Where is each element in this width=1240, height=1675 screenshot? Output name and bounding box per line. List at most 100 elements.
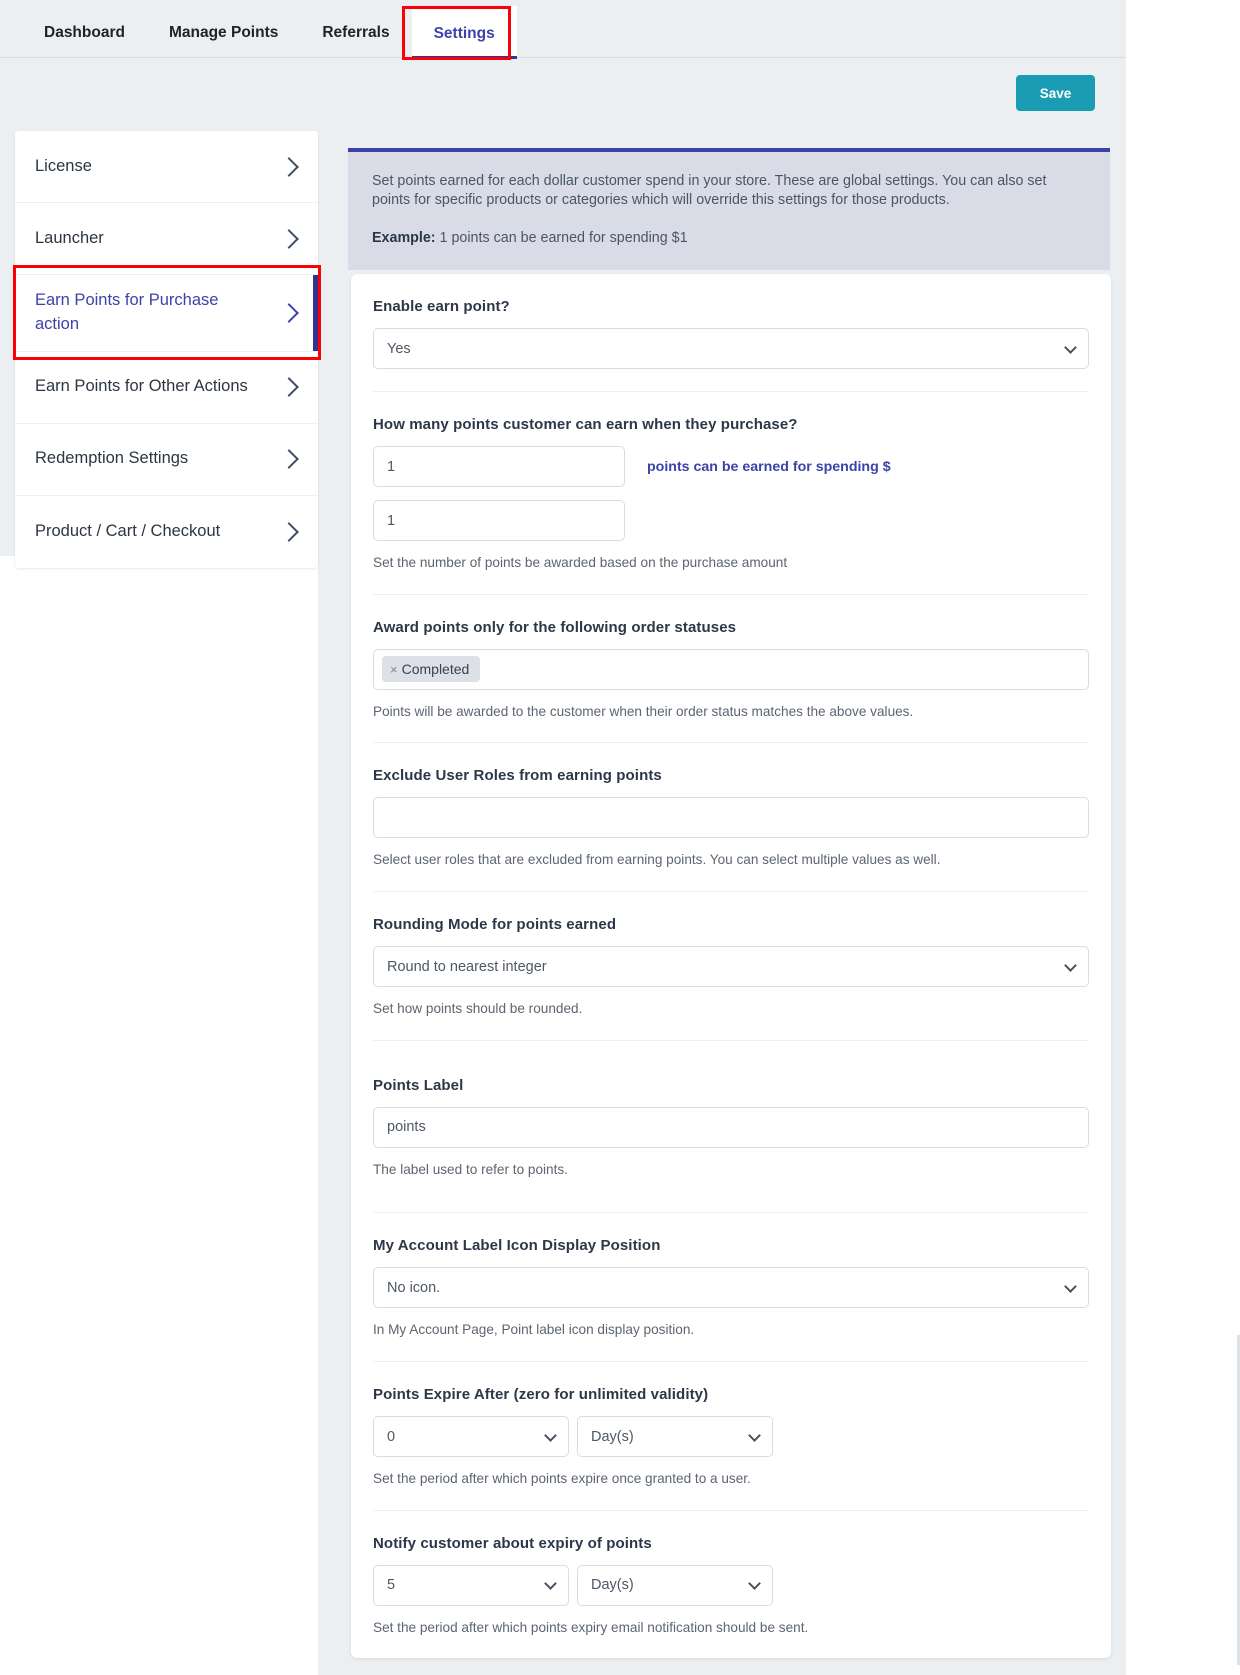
- notify-expiry-row: 5 Day(s): [373, 1565, 1089, 1606]
- icon-display-position-help: In My Account Page, Point label icon dis…: [373, 1321, 1089, 1339]
- chevron-down-icon: [1064, 341, 1077, 354]
- sidebar-item-redemption-settings-label: Redemption Settings: [35, 447, 198, 471]
- chevron-right-icon: [279, 377, 299, 397]
- tab-dashboard-label: Dashboard: [44, 24, 125, 41]
- tab-dashboard[interactable]: Dashboard: [22, 25, 147, 59]
- settings-form-card: Enable earn point? Yes How many points c…: [351, 274, 1111, 1658]
- field-enable-earn-point-label: Enable earn point?: [373, 298, 1089, 315]
- sidebar-item-earn-points-for-purchase-action[interactable]: Earn Points for Purchase action: [15, 275, 318, 352]
- field-notify-expiry: Notify customer about expiry of points 5…: [373, 1511, 1089, 1659]
- field-icon-display-position-label: My Account Label Icon Display Position: [373, 1237, 1089, 1254]
- field-rounding-mode: Rounding Mode for points earned Round to…: [373, 892, 1089, 1041]
- points-expire-help: Set the period after which points expire…: [373, 1470, 1089, 1488]
- field-points-label: Points Label points The label used to re…: [373, 1041, 1089, 1214]
- order-statuses-help: Points will be awarded to the customer w…: [373, 703, 1089, 721]
- sidebar-item-license-label: License: [35, 155, 102, 179]
- order-status-tag[interactable]: × Completed: [382, 656, 480, 682]
- tab-list: Dashboard Manage Points Referrals Settin…: [0, 0, 1126, 58]
- tab-referrals[interactable]: Referrals: [300, 25, 411, 59]
- notify-expiry-unit-select[interactable]: Day(s): [577, 1565, 773, 1606]
- points-amount-input[interactable]: 1: [373, 446, 625, 487]
- chevron-down-icon: [1064, 959, 1077, 972]
- points-expire-unit-select[interactable]: Day(s): [577, 1416, 773, 1457]
- field-exclude-user-roles: Exclude User Roles from earning points S…: [373, 743, 1089, 892]
- points-per-purchase-help: Set the number of points be awarded base…: [373, 554, 1089, 572]
- field-icon-display-position: My Account Label Icon Display Position N…: [373, 1213, 1089, 1362]
- points-per-purchase-inline-note: points can be earned for spending $: [647, 459, 891, 475]
- chevron-down-icon: [748, 1429, 761, 1442]
- rounding-mode-value: Round to nearest integer: [387, 959, 547, 975]
- exclude-user-roles-input[interactable]: [373, 797, 1089, 838]
- sidebar-item-license[interactable]: License: [15, 131, 318, 203]
- top-tab-bar: Dashboard Manage Points Referrals Settin…: [0, 0, 1126, 58]
- info-banner-example-label: Example:: [372, 230, 436, 246]
- sidebar-item-launcher[interactable]: Launcher: [15, 203, 318, 275]
- points-label-value: points: [387, 1119, 426, 1135]
- info-banner-example: Example: 1 points can be earned for spen…: [372, 229, 1086, 248]
- notify-expiry-amount-select[interactable]: 5: [373, 1565, 569, 1606]
- field-points-expire-after: Points Expire After (zero for unlimited …: [373, 1362, 1089, 1511]
- chevron-right-icon: [279, 449, 299, 469]
- field-points-expire-after-label: Points Expire After (zero for unlimited …: [373, 1386, 1089, 1403]
- spend-amount-value: 1: [387, 513, 395, 529]
- tab-settings[interactable]: Settings: [412, 6, 517, 60]
- sidebar-item-earn-points-for-other-actions[interactable]: Earn Points for Other Actions: [15, 352, 318, 424]
- points-label-input[interactable]: points: [373, 1107, 1089, 1148]
- sidebar-item-redemption-settings[interactable]: Redemption Settings: [15, 424, 318, 496]
- sidebar-item-product-cart-checkout-label: Product / Cart / Checkout: [35, 520, 230, 544]
- notify-expiry-amount-value: 5: [387, 1577, 395, 1593]
- rounding-mode-help: Set how points should be rounded.: [373, 1000, 1089, 1018]
- tab-manage-points[interactable]: Manage Points: [147, 25, 300, 59]
- enable-earn-point-value: Yes: [387, 341, 411, 357]
- points-expire-amount-value: 0: [387, 1429, 395, 1445]
- sidebar-item-earn-points-for-purchase-action-label: Earn Points for Purchase action: [35, 289, 250, 337]
- info-banner-example-text: 1 points can be earned for spending $1: [436, 230, 688, 246]
- sidebar-item-earn-points-for-other-actions-label: Earn Points for Other Actions: [35, 375, 258, 399]
- chevron-right-icon: [279, 157, 299, 177]
- points-amount-value: 1: [387, 459, 395, 475]
- sidebar-item-launcher-label: Launcher: [35, 227, 114, 251]
- field-enable-earn-point: Enable earn point? Yes: [373, 274, 1089, 392]
- notify-expiry-help: Set the period after which points expiry…: [373, 1619, 1089, 1637]
- icon-display-position-value: No icon.: [387, 1280, 440, 1296]
- action-bar: Save: [0, 58, 1126, 130]
- order-status-tag-label: Completed: [402, 661, 470, 677]
- field-order-statuses: Award points only for the following orde…: [373, 595, 1089, 744]
- tab-manage-points-label: Manage Points: [169, 24, 278, 41]
- field-points-label-label: Points Label: [373, 1077, 1089, 1094]
- points-label-help: The label used to refer to points.: [373, 1161, 1089, 1179]
- points-expire-amount-select[interactable]: 0: [373, 1416, 569, 1457]
- field-exclude-user-roles-label: Exclude User Roles from earning points: [373, 767, 1089, 784]
- info-banner: Set points earned for each dollar custom…: [348, 148, 1110, 270]
- points-per-purchase-row: 1 points can be earned for spending $: [373, 446, 1089, 487]
- field-notify-expiry-label: Notify customer about expiry of points: [373, 1535, 1089, 1552]
- tab-referrals-label: Referrals: [322, 24, 389, 41]
- tab-settings-label: Settings: [434, 25, 495, 42]
- enable-earn-point-select[interactable]: Yes: [373, 328, 1089, 369]
- icon-display-position-select[interactable]: No icon.: [373, 1267, 1089, 1308]
- spend-amount-input[interactable]: 1: [373, 500, 625, 541]
- field-points-per-purchase: How many points customer can earn when t…: [373, 392, 1089, 595]
- order-statuses-multiselect[interactable]: × Completed: [373, 649, 1089, 690]
- remove-tag-icon[interactable]: ×: [390, 663, 398, 676]
- settings-sidebar: License Launcher Earn Points for Purchas…: [15, 131, 318, 568]
- exclude-user-roles-help: Select user roles that are excluded from…: [373, 851, 1089, 869]
- chevron-down-icon: [544, 1577, 557, 1590]
- chevron-down-icon: [544, 1429, 557, 1442]
- save-button[interactable]: Save: [1016, 75, 1095, 111]
- field-points-per-purchase-label: How many points customer can earn when t…: [373, 416, 1089, 433]
- chevron-right-icon: [279, 303, 299, 323]
- rounding-mode-select[interactable]: Round to nearest integer: [373, 946, 1089, 987]
- chevron-right-icon: [279, 229, 299, 249]
- chevron-down-icon: [1064, 1280, 1077, 1293]
- field-order-statuses-label: Award points only for the following orde…: [373, 619, 1089, 636]
- app-root: Dashboard Manage Points Referrals Settin…: [0, 0, 1240, 1675]
- info-banner-description: Set points earned for each dollar custom…: [372, 172, 1086, 210]
- chevron-down-icon: [748, 1577, 761, 1590]
- field-rounding-mode-label: Rounding Mode for points earned: [373, 916, 1089, 933]
- chevron-right-icon: [279, 522, 299, 542]
- points-expire-unit-value: Day(s): [591, 1429, 634, 1445]
- sidebar-item-product-cart-checkout[interactable]: Product / Cart / Checkout: [15, 496, 318, 568]
- points-expire-row: 0 Day(s): [373, 1416, 1089, 1457]
- notify-expiry-unit-value: Day(s): [591, 1577, 634, 1593]
